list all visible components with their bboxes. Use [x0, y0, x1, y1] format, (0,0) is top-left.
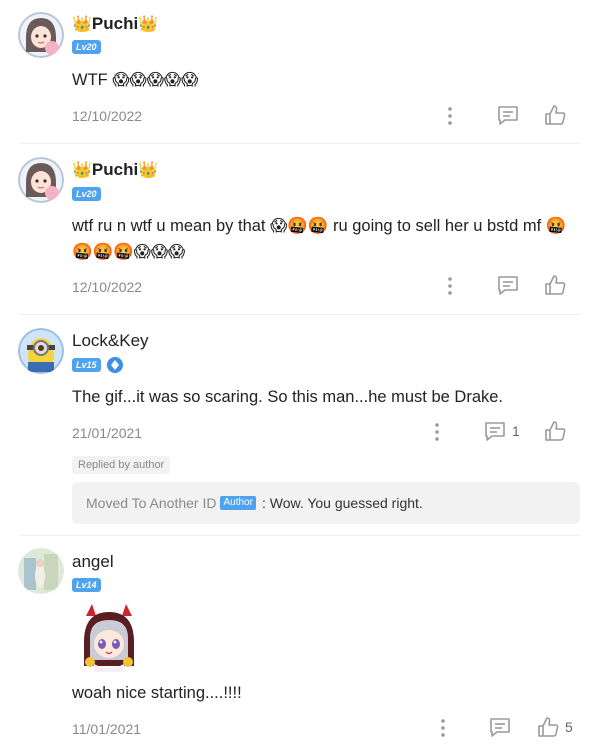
comment-date: 12/10/2022 [72, 108, 143, 124]
level-badge: Lv20 [72, 187, 101, 201]
more-icon[interactable] [433, 422, 441, 442]
username[interactable]: angel [72, 552, 114, 572]
username-label: Puchi [91, 160, 139, 179]
more-icon[interactable] [439, 718, 447, 738]
username[interactable]: 👑Puchi👑 [72, 14, 158, 34]
divider [20, 143, 580, 144]
comment-icon[interactable] [497, 275, 519, 295]
divider [20, 314, 580, 315]
comment-icon[interactable] [489, 717, 511, 737]
username[interactable]: Lock&Key [72, 331, 149, 351]
author-reply[interactable]: Moved To Another ID Author : Wow. You gu… [72, 482, 580, 524]
thumbs-up-icon [545, 105, 566, 125]
comment-text: wtf ru n wtf u mean by that 😱🤬🤬 ru going… [72, 217, 567, 261]
username-label: angel [72, 552, 114, 571]
divider [20, 535, 580, 536]
level-badge: Lv14 [72, 578, 101, 592]
comment-text: woah nice starting....!!!! [72, 684, 242, 702]
thumbs-up-icon [545, 275, 566, 295]
username[interactable]: 👑Puchi👑 [72, 160, 158, 180]
thumbs-up-icon [545, 421, 566, 441]
reply-text: : Wow. You guessed right. [261, 495, 423, 511]
crown-icon: 👑 [138, 162, 159, 179]
author-badge: Author [220, 496, 256, 510]
level-badge: Lv15 [72, 358, 101, 372]
comment-date: 11/01/2021 [72, 721, 142, 737]
replied-by-author-tag: Replied by author [72, 456, 171, 474]
like-button[interactable]: 5 [537, 716, 573, 738]
comment-icon[interactable] [497, 105, 519, 125]
comment-date: 12/10/2022 [72, 279, 143, 295]
like-button[interactable] [544, 274, 566, 296]
avatar[interactable] [18, 328, 64, 374]
username-label: Puchi [91, 14, 139, 33]
avatar[interactable] [18, 12, 64, 58]
like-count: 5 [565, 719, 573, 735]
reply-author-name[interactable]: Moved To Another ID [86, 495, 216, 511]
crown-icon: 👑 [72, 16, 92, 33]
avatar[interactable] [18, 157, 64, 203]
comment-button[interactable]: 1 [484, 421, 520, 441]
username-label: Lock&Key [72, 331, 149, 350]
devil-girl-sticker [76, 602, 142, 672]
comment-text: WTF 😱😱😱😱😱 [72, 71, 199, 89]
comment-count: 1 [512, 423, 520, 439]
comment-icon [485, 422, 505, 441]
badges: Lv14 [72, 578, 101, 592]
level-badge: Lv20 [72, 40, 101, 54]
badges: Lv20 [72, 187, 101, 201]
more-icon[interactable] [446, 276, 454, 296]
thumbs-up-icon [538, 717, 559, 737]
avatar[interactable] [18, 548, 64, 594]
like-button[interactable] [544, 104, 566, 126]
badges: Lv15 [72, 357, 123, 373]
crown-icon: 👑 [72, 162, 92, 179]
comment-text: The gif...it was so scaring. So this man… [72, 388, 504, 406]
more-icon[interactable] [446, 106, 454, 126]
crown-icon: 👑 [138, 16, 159, 33]
badges: Lv20 [72, 40, 101, 54]
diamond-icon [106, 357, 123, 373]
comment-date: 21/01/2021 [72, 425, 143, 441]
like-button[interactable] [544, 420, 566, 442]
